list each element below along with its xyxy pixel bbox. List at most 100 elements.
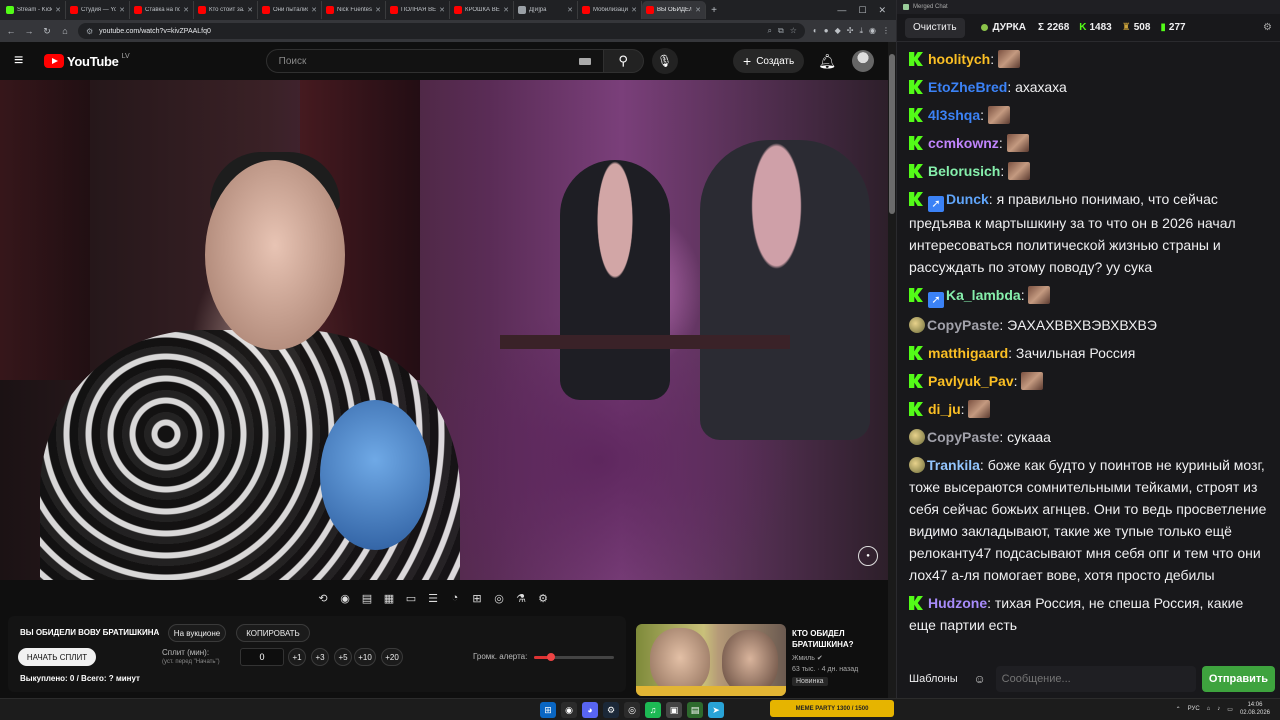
chat-message[interactable]: ➚ Ka_lambda: bbox=[909, 284, 1271, 308]
battery-icon[interactable]: ▭ bbox=[1227, 706, 1233, 713]
subtitles-icon[interactable]: ☰ bbox=[424, 589, 442, 607]
url-field[interactable]: ⚙ youtube.com/watch?v=kivZPAALfq0 ⌕ ⧉ ☆ bbox=[78, 23, 805, 39]
profile-icon[interactable]: ◉ bbox=[869, 26, 876, 36]
browser-tab[interactable]: Они пытались...✕ bbox=[258, 1, 322, 19]
close-icon[interactable]: ✕ bbox=[878, 5, 886, 16]
app-icon[interactable]: ▣ bbox=[666, 702, 682, 718]
chat-messages[interactable]: hoolitych: EtoZheBred: ахахаха 4l3shqa: c… bbox=[897, 44, 1280, 656]
clear-chat-button[interactable]: Очистить bbox=[905, 17, 965, 38]
chat-username[interactable]: ccmkownz bbox=[928, 135, 999, 151]
telegram-icon[interactable]: ➤ bbox=[708, 702, 724, 718]
chat-username[interactable]: 4l3shqa bbox=[928, 107, 980, 123]
notifications-bell-icon[interactable]: 🔔︎ bbox=[818, 53, 836, 70]
clock[interactable]: 14:06 02.08.2026 bbox=[1240, 701, 1270, 717]
chat-username[interactable]: EtoZheBred bbox=[928, 79, 1007, 95]
extension-icon[interactable]: ◆ bbox=[835, 26, 841, 36]
tab-close-icon[interactable]: ✕ bbox=[247, 6, 253, 14]
tab-close-icon[interactable]: ✕ bbox=[503, 6, 509, 14]
browser-tab[interactable]: Stream - Kick ✕ bbox=[2, 1, 66, 19]
bookmark-star-icon[interactable]: ☆ bbox=[790, 26, 797, 36]
scrollbar-thumb[interactable] bbox=[889, 54, 895, 214]
start-split-button[interactable]: НАЧАТЬ СПЛИТ bbox=[18, 648, 96, 666]
search-input[interactable]: Поиск bbox=[265, 49, 604, 73]
youtube-logo[interactable]: YouTube LV bbox=[44, 53, 130, 69]
chat-message[interactable]: Pavlyuk_Pav: bbox=[909, 370, 1271, 392]
steam-icon[interactable]: ⚙ bbox=[603, 702, 619, 718]
meme-party-widget[interactable]: MEME PARTY 1300 / 1500 bbox=[770, 700, 894, 717]
avatar[interactable] bbox=[852, 50, 874, 72]
chat-message[interactable]: ccmkownz: bbox=[909, 132, 1271, 154]
browser-tab[interactable]: Кто стоит за...✕ bbox=[194, 1, 258, 19]
chat-message[interactable]: EtoZheBred: ахахаха bbox=[909, 76, 1271, 98]
download-icon[interactable]: ⤓ bbox=[859, 26, 863, 36]
chat-username[interactable]: matthigaard bbox=[928, 345, 1008, 361]
chat-username[interactable]: Hudzone bbox=[928, 595, 987, 611]
browser-tab[interactable]: КРОШКА ВЕРНУЛСЯ✕ bbox=[450, 1, 514, 19]
chat-message[interactable]: Hudzone: тихая Россия, не спеша Россия, … bbox=[909, 592, 1271, 636]
increment-button[interactable]: +1 bbox=[288, 648, 306, 666]
tab-close-icon[interactable]: ✕ bbox=[631, 6, 637, 14]
recommended-video[interactable]: КТО ОБИДЕЛ БРАТИШКИНА? Жмиль ✔ 63 тыс. ·… bbox=[636, 624, 886, 696]
loop-icon[interactable]: ⟲ bbox=[314, 589, 332, 607]
tab-close-icon[interactable]: ✕ bbox=[119, 6, 125, 14]
tab-close-icon[interactable]: ✕ bbox=[375, 6, 381, 14]
video-thumbnail[interactable] bbox=[636, 624, 786, 696]
increment-button[interactable]: +10 bbox=[354, 648, 376, 666]
chat-message[interactable]: di_ju: bbox=[909, 398, 1271, 420]
windows-start-icon[interactable]: ⊞ bbox=[540, 702, 556, 718]
add-screen-icon[interactable]: ⊞ bbox=[468, 589, 486, 607]
browser-tab[interactable]: Студия — YouTube✕ bbox=[66, 1, 130, 19]
create-button[interactable]: + Создать bbox=[733, 49, 805, 73]
extension-icon[interactable]: ● bbox=[824, 26, 829, 36]
search-button[interactable]: ⚲ bbox=[603, 49, 644, 73]
chat-message[interactable]: ➚ Dunck: я правильно понимаю, что сейчас … bbox=[909, 188, 1271, 278]
clip-icon[interactable]: ▤ bbox=[358, 589, 376, 607]
split-minutes-input[interactable]: 0 bbox=[240, 648, 284, 666]
chat-message[interactable]: hoolitych: bbox=[909, 48, 1271, 70]
chat-message[interactable]: matthigaard: Зачильная Россия bbox=[909, 342, 1271, 364]
send-button[interactable]: Отправить bbox=[1201, 666, 1275, 692]
settings-gear-icon[interactable]: ⚙ bbox=[534, 589, 552, 607]
app-icon[interactable]: ▤ bbox=[687, 702, 703, 718]
audio-icon[interactable]: ◉ bbox=[336, 589, 354, 607]
browser-tab[interactable]: Ставка на победу✕ bbox=[130, 1, 194, 19]
chat-settings-icon[interactable]: ⚙ bbox=[1263, 22, 1272, 33]
flask-icon[interactable]: ⚗ bbox=[512, 589, 530, 607]
chat-message[interactable]: Trankila: боже как будто у поинтов не ку… bbox=[909, 454, 1271, 586]
browser-tab[interactable]: ПОЛНАЯ ВЕРСИЯ✕ bbox=[386, 1, 450, 19]
increment-button[interactable]: +5 bbox=[334, 648, 352, 666]
chat-username[interactable]: CopyPaste bbox=[927, 317, 999, 333]
video-overlay-button[interactable]: ● bbox=[858, 546, 878, 566]
video-player[interactable]: ● bbox=[0, 80, 888, 580]
chat-username[interactable]: Pavlyuk_Pav bbox=[928, 373, 1014, 389]
chat-username[interactable]: Trankila bbox=[927, 457, 980, 473]
tab-close-icon[interactable]: ✕ bbox=[695, 6, 701, 14]
browser-tab[interactable]: Д[и]ра ✕ bbox=[514, 1, 578, 19]
tab-close-icon[interactable]: ✕ bbox=[183, 6, 189, 14]
spotify-icon[interactable]: ♫ bbox=[645, 702, 661, 718]
chat-username[interactable]: Belorusich bbox=[928, 163, 1000, 179]
translate-icon[interactable]: ⧉ bbox=[778, 26, 784, 36]
alert-volume-slider[interactable] bbox=[534, 653, 614, 661]
obs-icon[interactable]: ◎ bbox=[624, 702, 640, 718]
puzzle-icon[interactable]: ✣ bbox=[847, 26, 854, 36]
chat-message[interactable]: CopyPaste: ЭАХАХВВХВЭВХВХВЭ bbox=[909, 314, 1271, 336]
message-input[interactable] bbox=[995, 666, 1196, 692]
increment-button[interactable]: +20 bbox=[381, 648, 403, 666]
home-icon[interactable]: ⌂ bbox=[60, 26, 70, 36]
slider-knob[interactable] bbox=[546, 653, 555, 661]
tab-close-icon[interactable]: ✕ bbox=[311, 6, 317, 14]
tab-close-icon[interactable]: ✕ bbox=[567, 6, 573, 14]
tab-close-icon[interactable]: ✕ bbox=[55, 6, 61, 14]
copy-button[interactable]: КОПИРОВАТЬ bbox=[236, 624, 310, 642]
browser-tab[interactable]: Nick Fuentes ✕ bbox=[322, 1, 386, 19]
clapperboard-icon[interactable]: ▦ bbox=[380, 589, 398, 607]
chat-username[interactable]: Dunck bbox=[946, 191, 989, 207]
tray-chevron-icon[interactable]: ⌃ bbox=[1176, 706, 1181, 713]
site-info-icon[interactable]: ⚙ bbox=[86, 27, 93, 36]
back-icon[interactable]: ← bbox=[6, 26, 16, 36]
language-indicator[interactable]: РУС bbox=[1188, 706, 1200, 712]
chat-username[interactable]: hoolitych bbox=[928, 51, 990, 67]
chat-username[interactable]: di_ju bbox=[928, 401, 961, 417]
chat-message[interactable]: 4l3shqa: bbox=[909, 104, 1271, 126]
